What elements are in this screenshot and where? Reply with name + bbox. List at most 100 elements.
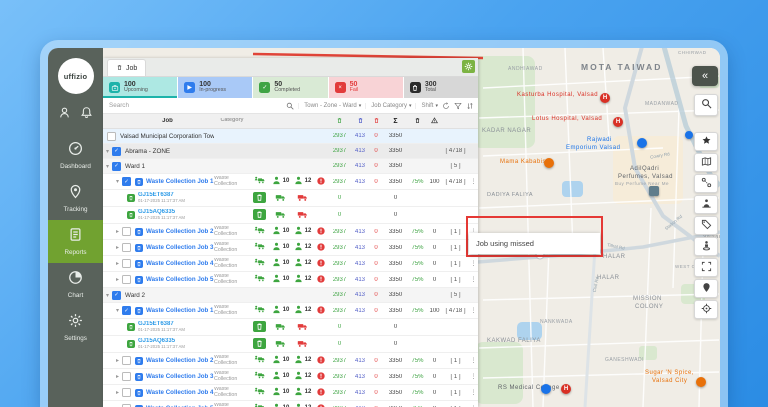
row-checkbox[interactable] bbox=[107, 132, 116, 141]
filter-icon[interactable] bbox=[454, 102, 462, 110]
job-row[interactable]: ▸Waste Collection Job 5Waste Collection1… bbox=[103, 272, 478, 288]
clustering-button[interactable] bbox=[694, 195, 718, 214]
street-view-button[interactable] bbox=[694, 237, 718, 256]
chevron-icon[interactable]: ▸ bbox=[113, 276, 122, 283]
chevron-icon[interactable]: ▸ bbox=[113, 389, 122, 396]
job-name-link[interactable]: Waste Collection Job 5 bbox=[146, 276, 214, 283]
row-checkbox[interactable] bbox=[122, 227, 131, 236]
job-name-link[interactable]: Waste Collection Job 2 bbox=[146, 228, 214, 235]
sidebar-item-tracking[interactable]: Tracking bbox=[48, 177, 103, 220]
tab-job[interactable]: Job bbox=[107, 59, 146, 76]
row-checkbox[interactable] bbox=[122, 243, 131, 252]
poi-blue-marker-icon[interactable] bbox=[637, 138, 647, 148]
job-row[interactable]: ▸Waste Collection Job 4Waste Collection1… bbox=[103, 385, 478, 401]
chevron-icon[interactable]: ▾ bbox=[113, 307, 122, 314]
stat-fail[interactable]: ×50Fail bbox=[329, 77, 403, 98]
poi-button[interactable] bbox=[694, 132, 718, 151]
row-checkbox[interactable] bbox=[122, 372, 131, 381]
chevron-icon[interactable]: ▸ bbox=[113, 357, 122, 364]
bus-marker-icon[interactable] bbox=[685, 131, 693, 139]
panel-settings-button[interactable] bbox=[462, 60, 475, 73]
job-name-link[interactable]: Waste Collection Job 1 bbox=[146, 178, 214, 185]
column-job[interactable]: Job bbox=[121, 118, 214, 124]
route-button[interactable] bbox=[694, 174, 718, 193]
column-category[interactable]: Category bbox=[214, 118, 250, 124]
job-name-link[interactable]: Waste Collection Job 3 bbox=[146, 373, 214, 380]
row-checkbox[interactable] bbox=[122, 388, 131, 397]
search-input[interactable] bbox=[107, 101, 282, 110]
sidebar-item-reports[interactable]: Reports bbox=[48, 220, 103, 263]
row-checkbox[interactable]: ✓ bbox=[112, 162, 121, 171]
live-location-button[interactable] bbox=[694, 300, 718, 319]
chevron-icon[interactable]: ▸ bbox=[113, 373, 122, 380]
kebab-menu-icon[interactable]: ⋮ bbox=[469, 307, 478, 314]
sidebar-item-settings[interactable]: Settings bbox=[48, 306, 103, 349]
fullscreen-button[interactable] bbox=[694, 258, 718, 277]
job-name-link[interactable]: Waste Collection Job 4 bbox=[146, 389, 214, 396]
zone-row[interactable]: ▾✓Abrama - ZONE293741303350[ 4718 ] bbox=[103, 144, 478, 159]
row-checkbox[interactable]: ✓ bbox=[122, 306, 131, 315]
user-icon[interactable] bbox=[58, 106, 71, 124]
stat-in-progress[interactable]: ▶100In-progress bbox=[178, 77, 252, 98]
row-checkbox[interactable] bbox=[122, 275, 131, 284]
chevron-down-icon[interactable]: ▾ bbox=[103, 292, 112, 299]
ward-row[interactable]: ▾✓Ward 2293741303350[ 5 ] bbox=[103, 288, 478, 303]
vehicle-row[interactable]: GJ15ET638701-17-2025 11:17:37 AM00 bbox=[103, 190, 478, 207]
job-name-link[interactable]: Waste Collection Job 1 bbox=[146, 307, 214, 314]
search-button[interactable] bbox=[694, 94, 718, 116]
row-checkbox[interactable]: ✓ bbox=[112, 147, 121, 156]
job-name-link[interactable]: Waste Collection Job 2 bbox=[146, 357, 214, 364]
poi-orange-marker-icon[interactable] bbox=[544, 158, 554, 168]
bell-icon[interactable] bbox=[80, 106, 93, 124]
vehicle-row[interactable]: GJ15ET638701-17-2025 11:17:37 AM00 bbox=[103, 319, 478, 336]
job-row[interactable]: ▸Waste Collection Job 4Waste Collection1… bbox=[103, 256, 478, 272]
kebab-menu-icon[interactable]: ⋮ bbox=[469, 357, 478, 364]
chevron-icon[interactable]: ▸ bbox=[113, 260, 122, 267]
building-marker-icon[interactable] bbox=[649, 186, 659, 196]
hospital-marker-icon[interactable]: H bbox=[613, 117, 623, 127]
filter-dropdown-2[interactable]: Shift▾ bbox=[415, 103, 438, 109]
job-row[interactable]: ▸Waste Collection Job 3Waste Collection1… bbox=[103, 240, 478, 256]
job-name-link[interactable]: Waste Collection Job 4 bbox=[146, 260, 214, 267]
poi-blue-marker-icon[interactable] bbox=[541, 384, 551, 394]
refresh-icon[interactable] bbox=[442, 102, 450, 110]
chevron-icon[interactable]: ▾ bbox=[113, 178, 122, 185]
poi-orange-marker-icon[interactable] bbox=[696, 377, 706, 387]
row-checkbox[interactable]: ✓ bbox=[122, 177, 131, 186]
sidebar-item-dashboard[interactable]: Dashboard bbox=[48, 134, 103, 177]
sigma-total-icon[interactable]: Σ bbox=[383, 118, 408, 125]
job-row[interactable]: ▾✓Waste Collection Job 1Waste Collection… bbox=[103, 303, 478, 319]
kebab-menu-icon[interactable]: ⋮ bbox=[469, 260, 478, 267]
stat-upcoming[interactable]: 100Upcoming bbox=[103, 77, 177, 98]
filter-dropdown-0[interactable]: Town - Zone - Ward▾ bbox=[298, 103, 361, 109]
kebab-menu-icon[interactable]: ⋮ bbox=[469, 276, 478, 283]
row-checkbox[interactable] bbox=[122, 356, 131, 365]
row-checkbox[interactable] bbox=[122, 259, 131, 268]
vehicle-row[interactable]: GJ15AQ633501-17-2025 11:17:37 AM00 bbox=[103, 207, 478, 224]
job-row[interactable]: ▸Waste Collection Job 2Waste Collection1… bbox=[103, 224, 478, 240]
search-icon[interactable] bbox=[286, 102, 294, 110]
chevron-down-icon[interactable]: ▾ bbox=[103, 148, 112, 155]
job-row[interactable]: ▾✓Waste Collection Job 1Waste Collection… bbox=[103, 174, 478, 190]
kebab-menu-icon[interactable]: ⋮ bbox=[469, 373, 478, 380]
location-pin-button[interactable] bbox=[694, 279, 718, 298]
job-row[interactable]: ▸Waste Collection Job 5Waste Collection1… bbox=[103, 401, 478, 407]
sort-icon[interactable] bbox=[466, 102, 474, 110]
job-row[interactable]: ▸Waste Collection Job 2Waste Collection1… bbox=[103, 353, 478, 369]
geofence-button[interactable] bbox=[694, 153, 718, 172]
stat-completed[interactable]: ✓50Completed bbox=[253, 77, 327, 98]
stat-total[interactable]: 300Total bbox=[404, 77, 478, 98]
town-row[interactable]: Valsad Municipal Corporation Town2937413… bbox=[103, 129, 478, 144]
vehicle-row[interactable]: GJ15AQ633501-17-2025 11:17:37 AM00 bbox=[103, 336, 478, 353]
filter-dropdown-1[interactable]: Job Category▾ bbox=[365, 103, 411, 109]
job-row[interactable]: ▸Waste Collection Job 3Waste Collection1… bbox=[103, 369, 478, 385]
job-name-link[interactable]: Waste Collection Job 3 bbox=[146, 244, 214, 251]
hospital-marker-icon[interactable]: H bbox=[600, 93, 610, 103]
label-button[interactable] bbox=[694, 216, 718, 235]
kebab-menu-icon[interactable]: ⋮ bbox=[469, 178, 478, 185]
ward-row[interactable]: ▾✓Ward 1293741303350[ 5 ] bbox=[103, 159, 478, 174]
kebab-menu-icon[interactable]: ⋮ bbox=[469, 389, 478, 396]
chevron-down-icon[interactable]: ▾ bbox=[103, 163, 112, 170]
map-collapse-button[interactable]: « bbox=[692, 66, 718, 86]
sidebar-item-chart[interactable]: Chart bbox=[48, 263, 103, 306]
